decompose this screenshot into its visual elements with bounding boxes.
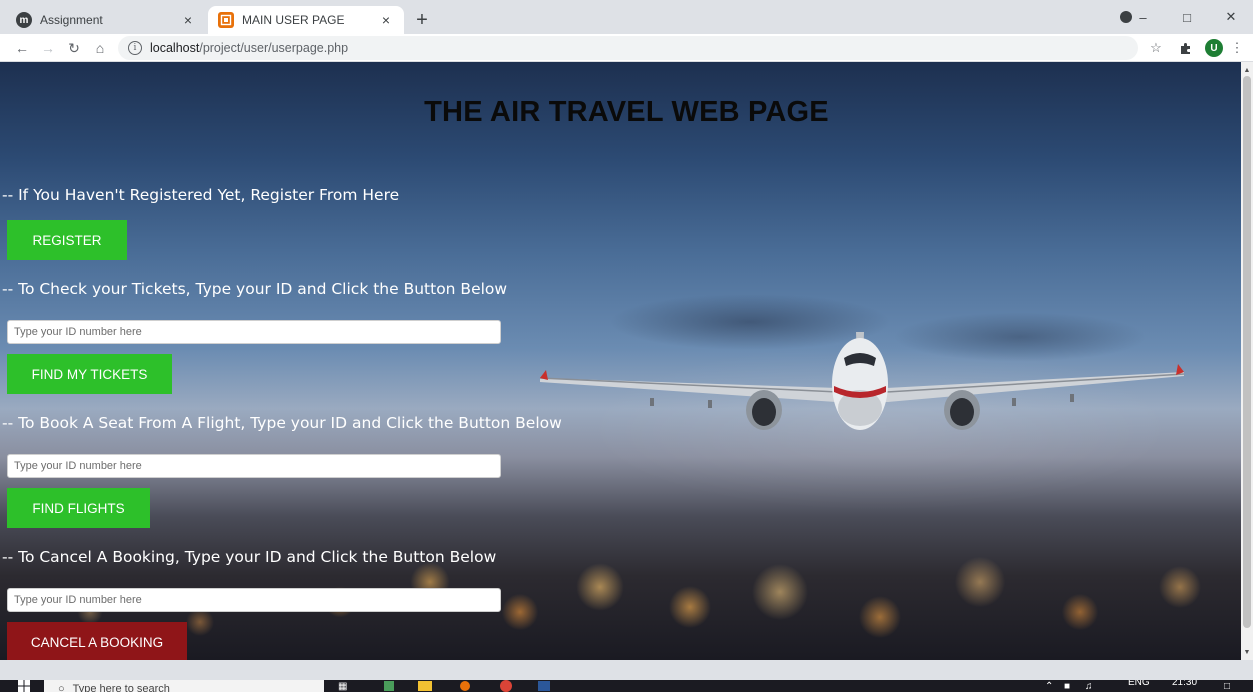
menu-kebab-icon[interactable]: ⋮ [1230,38,1244,58]
home-icon[interactable]: ⌂ [90,38,110,58]
m-favicon-icon: m [16,12,32,28]
clock-time[interactable]: 21:30 [1172,680,1197,688]
find-flights-button[interactable]: FIND FLIGHTS [7,488,150,528]
browser-tab-strip: m Assignment × MAIN USER PAGE × + – □ ✕ [0,0,1253,34]
info-icon[interactable]: i [128,41,142,55]
page-scrollbar[interactable]: ▲ ▼ [1241,62,1253,660]
close-icon[interactable]: × [178,10,198,30]
language-indicator[interactable]: ENG [1128,680,1150,688]
app-icon[interactable] [460,680,470,692]
search-icon: ○ [58,683,65,692]
book-id-input[interactable] [7,454,501,478]
tray-chevron-icon[interactable]: ⌃ [1045,680,1053,692]
url-path: /project/user/userpage.php [199,41,349,55]
scroll-down-icon[interactable]: ▼ [1241,646,1253,658]
page-viewport: THE AIR TRAVEL WEB PAGE -- If You Haven'… [0,62,1241,660]
forward-arrow-icon[interactable]: → [38,38,58,58]
tab-title: MAIN USER PAGE [242,13,345,27]
profile-avatar[interactable]: U [1205,39,1223,57]
windows-taskbar: ○ Type here to search ▦ ⌃ ■ ♫ ENG 21:30 … [0,680,1253,692]
bookmark-star-icon[interactable]: ☆ [1146,38,1166,58]
extensions-puzzle-icon[interactable] [1176,38,1196,58]
tab-title: Assignment [40,13,103,27]
page-title: THE AIR TRAVEL WEB PAGE [424,96,829,128]
taskbar-search-input[interactable]: ○ Type here to search [44,680,324,692]
scroll-up-icon[interactable]: ▲ [1241,64,1253,76]
book-label: -- To Book A Seat From A Flight, Type yo… [2,414,562,432]
browser-toolbar: ← → ↻ ⌂ i localhost/project/user/userpag… [0,34,1253,62]
network-icon[interactable]: ■ [1064,680,1070,692]
chrome-icon[interactable] [500,680,512,692]
back-arrow-icon[interactable]: ← [12,38,32,58]
url-host: localhost [150,41,200,55]
cancel-id-input[interactable] [7,588,501,612]
app-favicon-icon [218,12,234,28]
find-my-tickets-button[interactable]: FIND MY TICKETS [7,354,172,394]
task-view-icon[interactable]: ▦ [338,680,347,692]
minimize-icon[interactable]: – [1121,10,1165,25]
volume-icon[interactable]: ♫ [1085,680,1093,692]
new-tab-button[interactable]: + [410,8,434,32]
tab-main-user-page[interactable]: MAIN USER PAGE × [208,6,404,34]
close-icon[interactable]: × [376,10,396,30]
reload-icon[interactable]: ↻ [64,38,84,58]
window-controls: – □ ✕ [1121,0,1253,34]
address-bar[interactable]: i localhost/project/user/userpage.php [118,36,1138,60]
airplane-image [539,332,1185,430]
tab-assignment[interactable]: m Assignment × [6,6,206,34]
file-explorer-icon[interactable] [418,680,432,692]
tickets-label: -- To Check your Tickets, Type your ID a… [2,280,508,298]
word-icon[interactable] [538,680,550,692]
scroll-thumb[interactable] [1243,76,1251,628]
tickets-id-input[interactable] [7,320,501,344]
register-button[interactable]: REGISTER [7,220,127,260]
windows-start-icon[interactable] [18,680,30,692]
cancel-label: -- To Cancel A Booking, Type your ID and… [2,548,497,566]
maximize-icon[interactable]: □ [1165,10,1209,25]
cancel-booking-button[interactable]: CANCEL A BOOKING [7,622,187,660]
notifications-icon[interactable]: □ [1224,680,1230,692]
window-close-icon[interactable]: ✕ [1209,9,1253,25]
taskbar-search-placeholder: Type here to search [72,683,170,692]
app-icon[interactable] [384,680,394,692]
register-label: -- If You Haven't Registered Yet, Regist… [2,186,400,204]
